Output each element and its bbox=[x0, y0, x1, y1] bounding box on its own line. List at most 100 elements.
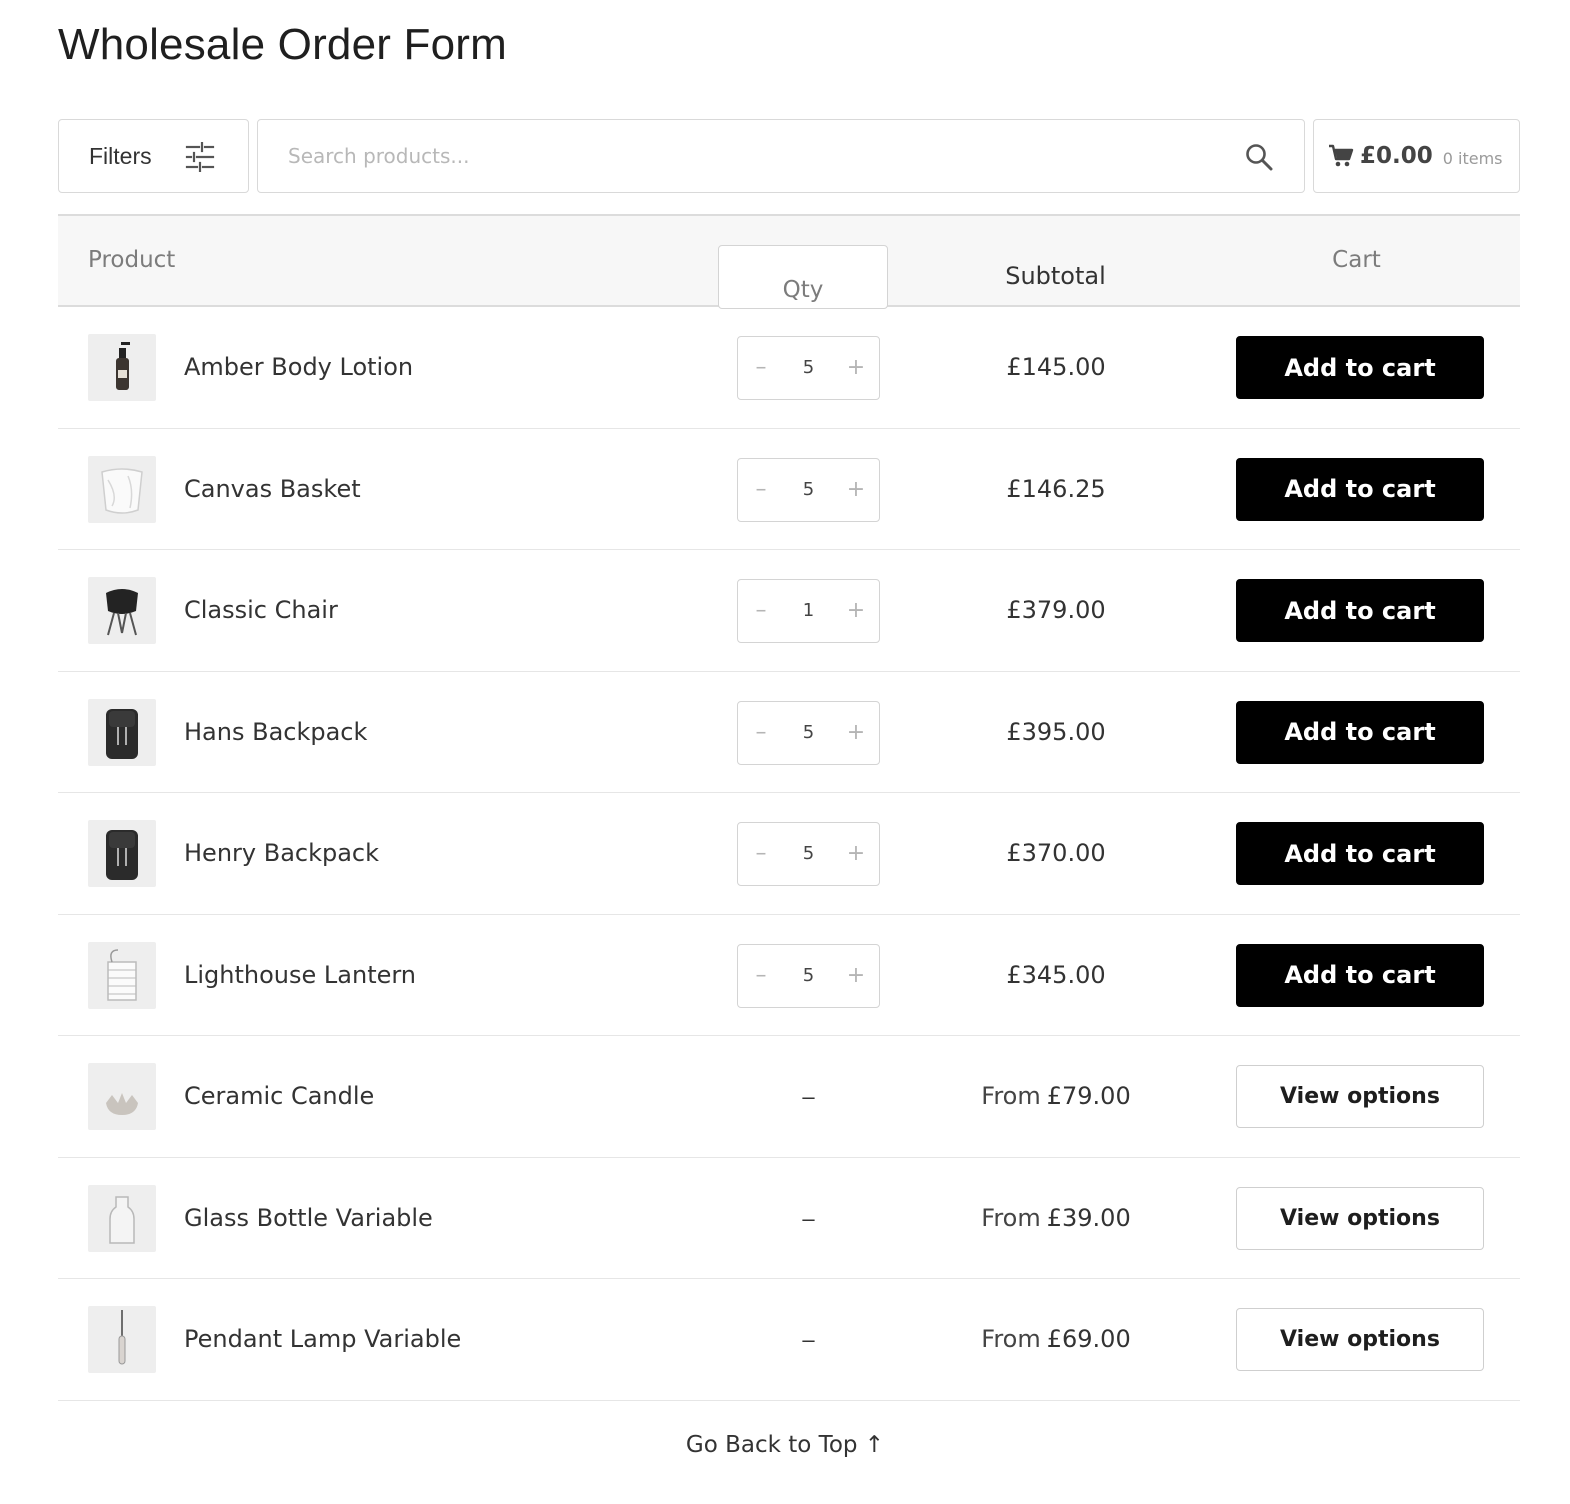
glass-bottle-icon bbox=[109, 1195, 135, 1244]
qty-decrease-button[interactable]: – bbox=[741, 702, 781, 764]
add-to-cart-button[interactable]: Add to cart bbox=[1236, 943, 1484, 1007]
product-thumbnail[interactable] bbox=[88, 941, 156, 1009]
view-options-button[interactable]: View options bbox=[1236, 1308, 1484, 1371]
toolbar: Filters Search products... £0.00 0 items bbox=[58, 119, 1520, 193]
qty-decrease-button[interactable]: – bbox=[741, 459, 781, 521]
subtotal-value: £370.00 bbox=[1006, 839, 1106, 867]
quantity-stepper: – 5 + bbox=[737, 822, 880, 886]
table-row: Canvas Basket – 5 + £146.25 Add to cart bbox=[58, 429, 1520, 550]
qty-increase-button[interactable]: + bbox=[836, 823, 876, 885]
row-subtotal: £145.00 bbox=[946, 307, 1166, 428]
product-thumbnail[interactable] bbox=[88, 577, 156, 644]
qty-value[interactable]: 1 bbox=[778, 580, 839, 642]
subtotal-value: £69.00 bbox=[1046, 1325, 1131, 1353]
cart-count: 0 items bbox=[1442, 149, 1503, 168]
product-thumbnail[interactable] bbox=[88, 1184, 156, 1252]
filters-label: Filters bbox=[89, 142, 152, 169]
qty-value[interactable]: 5 bbox=[778, 337, 839, 399]
view-options-button[interactable]: View options bbox=[1236, 1065, 1484, 1128]
search-icon[interactable] bbox=[1244, 142, 1274, 172]
product-thumbnail[interactable] bbox=[88, 698, 156, 766]
add-to-cart-button[interactable]: Add to cart bbox=[1236, 336, 1484, 399]
column-header-product: Product bbox=[88, 247, 176, 273]
lantern-icon bbox=[107, 948, 137, 1001]
qty-increase-button[interactable]: + bbox=[836, 945, 876, 1007]
subtotal-value: £379.00 bbox=[1006, 596, 1106, 624]
chair-icon bbox=[106, 589, 138, 636]
product-thumbnail[interactable] bbox=[88, 820, 156, 887]
table-row: Hans Backpack – 5 + £395.00 Add to cart bbox=[58, 672, 1520, 793]
table-row: Henry Backpack – 5 + £370.00 Add to cart bbox=[58, 793, 1520, 915]
product-name[interactable]: Ceramic Candle bbox=[184, 1036, 374, 1157]
search-input[interactable] bbox=[258, 120, 1218, 192]
row-subtotal: £395.00 bbox=[946, 672, 1166, 793]
column-header-qty: Qty bbox=[718, 245, 888, 309]
table-row: Classic Chair – 1 + £379.00 Add to cart bbox=[58, 550, 1520, 672]
qty-unavailable: – bbox=[802, 1084, 815, 1109]
product-name[interactable]: Amber Body Lotion bbox=[184, 307, 413, 428]
subtotal-value: £79.00 bbox=[1046, 1082, 1131, 1110]
qty-value[interactable]: 5 bbox=[778, 823, 839, 885]
add-to-cart-button[interactable]: Add to cart bbox=[1236, 822, 1484, 885]
table-row: Glass Bottle Variable – From £39.00 View … bbox=[58, 1158, 1520, 1279]
table-row: Amber Body Lotion – 5 + £145.00 Add to c… bbox=[58, 307, 1520, 429]
quantity-stepper: – 5 + bbox=[737, 457, 880, 522]
add-to-cart-button[interactable]: Add to cart bbox=[1236, 700, 1484, 764]
table-row: Pendant Lamp Variable – From £69.00 View … bbox=[58, 1279, 1520, 1401]
quantity-stepper: – 5 + bbox=[737, 943, 880, 1008]
pendant-lamp-icon bbox=[118, 1310, 126, 1365]
back-to-top-link[interactable]: Go Back to Top ↑ bbox=[0, 1432, 1570, 1458]
subtotal-prefix: From bbox=[981, 1325, 1041, 1353]
product-thumbnail[interactable] bbox=[88, 1063, 156, 1130]
qty-increase-button[interactable]: + bbox=[836, 459, 876, 521]
subtotal-value: £146.25 bbox=[1006, 474, 1106, 503]
product-name[interactable]: Hans Backpack bbox=[184, 672, 367, 793]
subtotal-value: £39.00 bbox=[1046, 1203, 1131, 1232]
qty-decrease-button[interactable]: – bbox=[741, 823, 781, 885]
view-options-button[interactable]: View options bbox=[1236, 1186, 1484, 1250]
row-subtotal: From £39.00 bbox=[946, 1158, 1166, 1279]
table-row: Lighthouse Lantern – 5 + £345.00 Add to … bbox=[58, 915, 1520, 1036]
qty-unavailable: – bbox=[802, 1327, 815, 1352]
sliders-icon bbox=[185, 141, 215, 173]
qty-increase-button[interactable]: + bbox=[836, 337, 876, 399]
product-name[interactable]: Lighthouse Lantern bbox=[184, 915, 416, 1036]
filters-button[interactable]: Filters bbox=[58, 119, 249, 193]
product-name[interactable]: Henry Backpack bbox=[184, 793, 379, 914]
cart-total: £0.00 bbox=[1360, 143, 1433, 169]
table-header: Product Qty Subtotal Cart bbox=[58, 214, 1520, 309]
qty-increase-button[interactable]: + bbox=[836, 580, 876, 642]
qty-unavailable: – bbox=[802, 1205, 815, 1231]
product-name[interactable]: Canvas Basket bbox=[184, 429, 361, 550]
qty-value[interactable]: 5 bbox=[778, 702, 839, 764]
product-name[interactable]: Glass Bottle Variable bbox=[184, 1158, 433, 1279]
qty-value[interactable]: 5 bbox=[778, 459, 839, 521]
add-to-cart-button[interactable]: Add to cart bbox=[1236, 457, 1484, 521]
qty-value[interactable]: 5 bbox=[778, 945, 839, 1007]
subtotal-value: £145.00 bbox=[1006, 353, 1106, 381]
quantity-stepper: – 1 + bbox=[737, 579, 880, 643]
product-name[interactable]: Classic Chair bbox=[184, 550, 338, 671]
qty-decrease-button[interactable]: – bbox=[741, 580, 781, 642]
candle-icon bbox=[106, 1093, 138, 1115]
mini-cart[interactable]: £0.00 0 items bbox=[1313, 119, 1520, 193]
quantity-stepper: – 5 + bbox=[737, 336, 880, 400]
product-name[interactable]: Pendant Lamp Variable bbox=[184, 1279, 461, 1400]
backpack-icon bbox=[106, 830, 138, 880]
basket-icon bbox=[101, 467, 143, 514]
qty-decrease-button[interactable]: – bbox=[741, 945, 781, 1007]
qty-increase-button[interactable]: + bbox=[836, 702, 876, 764]
product-thumbnail[interactable] bbox=[88, 334, 156, 401]
subtotal-value: £345.00 bbox=[1006, 960, 1106, 989]
add-to-cart-button[interactable]: Add to cart bbox=[1236, 579, 1484, 642]
row-subtotal: £345.00 bbox=[946, 915, 1166, 1036]
subtotal-value: £395.00 bbox=[1006, 717, 1106, 746]
row-subtotal: From £69.00 bbox=[946, 1279, 1166, 1400]
backpack-icon bbox=[106, 708, 138, 759]
subtotal-prefix: From bbox=[981, 1082, 1041, 1110]
cart-icon bbox=[1328, 143, 1354, 169]
products-table: Product Qty Subtotal Cart Amber Body Lot… bbox=[58, 214, 1520, 1401]
product-thumbnail[interactable] bbox=[88, 1306, 156, 1373]
product-thumbnail[interactable] bbox=[88, 455, 156, 523]
qty-decrease-button[interactable]: – bbox=[741, 337, 781, 399]
